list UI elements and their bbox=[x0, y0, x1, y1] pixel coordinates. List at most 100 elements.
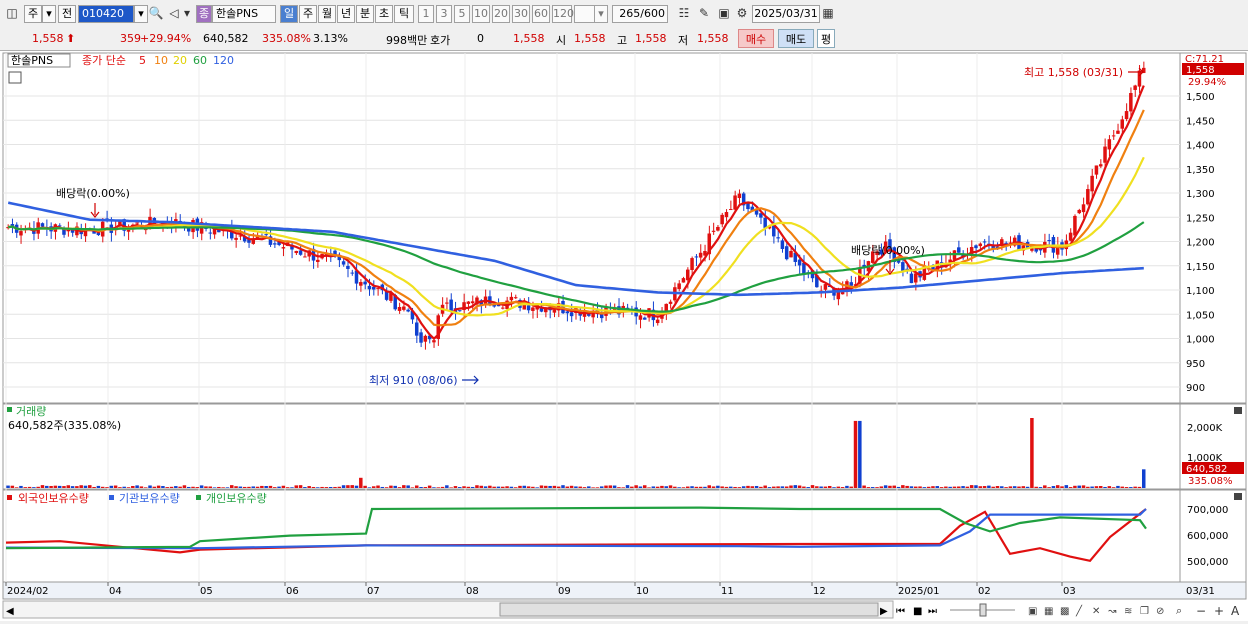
volume-bar bbox=[905, 485, 909, 488]
zoom-out-icon[interactable]: − bbox=[1196, 604, 1206, 618]
stop-icon[interactable]: ■ bbox=[913, 606, 922, 617]
chart-canvas[interactable]: 한솔PNS 종가 단순 5 10 20 60 120 최고 1,558 (03/… bbox=[0, 51, 1248, 621]
volume-bar bbox=[694, 486, 699, 488]
interval-30[interactable]: 30 bbox=[512, 5, 530, 23]
layout-tool-icon[interactable]: ▦ bbox=[1044, 606, 1053, 617]
volume-bar bbox=[642, 485, 647, 488]
volume-bar bbox=[380, 486, 385, 488]
volume-bar bbox=[156, 485, 161, 488]
tab-period-minute[interactable]: 분 bbox=[356, 5, 374, 23]
volume-bar bbox=[703, 486, 707, 488]
date-input[interactable]: 2025/03/31 bbox=[752, 5, 820, 23]
interval-60[interactable]: 60 bbox=[532, 5, 550, 23]
tab-week[interactable]: 주 bbox=[24, 5, 42, 23]
volume-bar bbox=[122, 486, 126, 488]
volume-bar bbox=[789, 485, 793, 488]
view-tool-icon[interactable]: ▣ bbox=[1028, 606, 1037, 617]
volume-bar bbox=[427, 485, 432, 488]
tab-period-week[interactable]: 주 bbox=[299, 5, 317, 23]
zoom-in-icon[interactable]: + bbox=[1214, 604, 1224, 618]
erase-tool-icon[interactable]: ⊘ bbox=[1156, 606, 1164, 617]
scrollbar-thumb[interactable] bbox=[499, 602, 879, 617]
main-toolbar: ◫ 주 ▾ 전 010420 ▾ 🔍 ◁ ▾ 종 한솔PNS 일 주 월 년 분… bbox=[0, 0, 1248, 29]
candle-body bbox=[419, 332, 423, 343]
volume-bar bbox=[518, 485, 522, 488]
volume-pane-close-icon[interactable] bbox=[1234, 407, 1242, 414]
volume-bar bbox=[195, 487, 200, 488]
candle-body bbox=[797, 259, 802, 266]
save-icon[interactable]: ▣ bbox=[716, 5, 732, 23]
count-field[interactable]: 265/600 bbox=[612, 5, 668, 23]
volume-pct-tag: 335.08% bbox=[1188, 476, 1233, 487]
tab-period-tick[interactable]: 틱 bbox=[394, 5, 414, 23]
buy-button[interactable]: 매수 bbox=[738, 29, 774, 48]
draw-tool-icon[interactable]: ✎ bbox=[696, 5, 712, 23]
candle-body bbox=[359, 282, 363, 286]
candle-body bbox=[40, 223, 45, 227]
candle-body bbox=[423, 335, 428, 342]
volume-bar bbox=[268, 485, 273, 488]
holding-pane-close-icon[interactable] bbox=[1234, 493, 1242, 500]
x-axis-label: 02 bbox=[978, 586, 991, 597]
tab-period-second[interactable]: 초 bbox=[375, 5, 393, 23]
low-annotation: 최저 910 (08/06) bbox=[369, 374, 458, 387]
volume-bar bbox=[952, 486, 957, 488]
interval-120[interactable]: 120 bbox=[552, 5, 574, 23]
volume-bar bbox=[784, 486, 789, 488]
auto-scale-icon[interactable]: A bbox=[1231, 604, 1240, 618]
last-page-icon[interactable]: ⏭ bbox=[928, 606, 937, 617]
interval-3[interactable]: 3 bbox=[436, 5, 452, 23]
interval-10[interactable]: 10 bbox=[472, 5, 490, 23]
volume-bar bbox=[1047, 487, 1051, 488]
zoom-slider-handle[interactable] bbox=[979, 603, 987, 617]
volume-bar bbox=[961, 486, 965, 488]
scroll-left-icon[interactable]: ◀ bbox=[6, 606, 14, 617]
volume-bar bbox=[995, 486, 1000, 488]
window-menu-icon[interactable]: ◫ bbox=[4, 5, 20, 23]
interval-dropdown-icon[interactable]: ▾ bbox=[594, 5, 608, 23]
scroll-right-icon[interactable]: ▶ bbox=[880, 606, 888, 617]
tab-period-day[interactable]: 일 bbox=[280, 5, 298, 23]
count-value: 265 bbox=[619, 7, 641, 20]
code-dropdown-icon[interactable]: ▾ bbox=[134, 5, 148, 23]
line-tool-icon[interactable]: ╱ bbox=[1075, 604, 1083, 617]
stock-code-input[interactable]: 010420 bbox=[78, 5, 134, 23]
gear-icon[interactable]: ⚙ bbox=[734, 5, 750, 23]
chart-tool-icon[interactable]: ▩ bbox=[1060, 606, 1069, 617]
trend-tool-icon[interactable]: ↝ bbox=[1107, 606, 1116, 617]
tab-period-month[interactable]: 월 bbox=[318, 5, 336, 23]
speaker-dropdown-icon[interactable]: ▾ bbox=[182, 5, 192, 23]
magnifier-icon[interactable]: ⌕ bbox=[1176, 604, 1182, 617]
speaker-icon[interactable]: ◁ bbox=[166, 5, 182, 23]
volume-bar bbox=[849, 486, 853, 488]
volume-bar bbox=[625, 485, 630, 488]
x-axis-label: 10 bbox=[636, 586, 649, 597]
table-toggle-icon[interactable] bbox=[8, 71, 22, 84]
tab-period-year[interactable]: 년 bbox=[337, 5, 355, 23]
eval-button[interactable]: 평 bbox=[817, 29, 835, 48]
sell-button[interactable]: 매도 bbox=[778, 29, 814, 48]
chart-area[interactable]: 한솔PNS 종가 단순 5 10 20 60 120 최고 1,558 (03/… bbox=[0, 51, 1248, 621]
price-tick-label: 950 bbox=[1186, 359, 1205, 370]
copy-tool-icon[interactable]: ❐ bbox=[1140, 606, 1149, 617]
volume-bar bbox=[75, 486, 79, 488]
interval-20[interactable]: 20 bbox=[492, 5, 510, 23]
volume-bar bbox=[285, 487, 290, 488]
candle-type-icon[interactable]: ☷ bbox=[676, 5, 692, 23]
tab-prev[interactable]: 전 bbox=[58, 5, 76, 23]
volume-bar bbox=[909, 486, 914, 488]
calendar-icon[interactable]: ▦ bbox=[820, 5, 836, 23]
volume-bar bbox=[673, 486, 677, 488]
interval-5[interactable]: 5 bbox=[454, 5, 470, 23]
candle-body bbox=[1111, 135, 1116, 137]
stock-name-field[interactable]: 한솔PNS bbox=[212, 5, 276, 23]
dropdown-icon[interactable]: ▾ bbox=[42, 5, 56, 23]
search-icon[interactable]: 🔍 bbox=[148, 5, 164, 23]
volume-bar bbox=[457, 487, 462, 488]
fib-tool-icon[interactable]: ≋ bbox=[1124, 606, 1132, 617]
volume-bar bbox=[45, 485, 49, 488]
first-page-icon[interactable]: ⏮ bbox=[896, 606, 905, 617]
cross-tool-icon[interactable]: ✕ bbox=[1092, 606, 1100, 617]
volume-bar bbox=[470, 486, 475, 488]
interval-1[interactable]: 1 bbox=[418, 5, 434, 23]
